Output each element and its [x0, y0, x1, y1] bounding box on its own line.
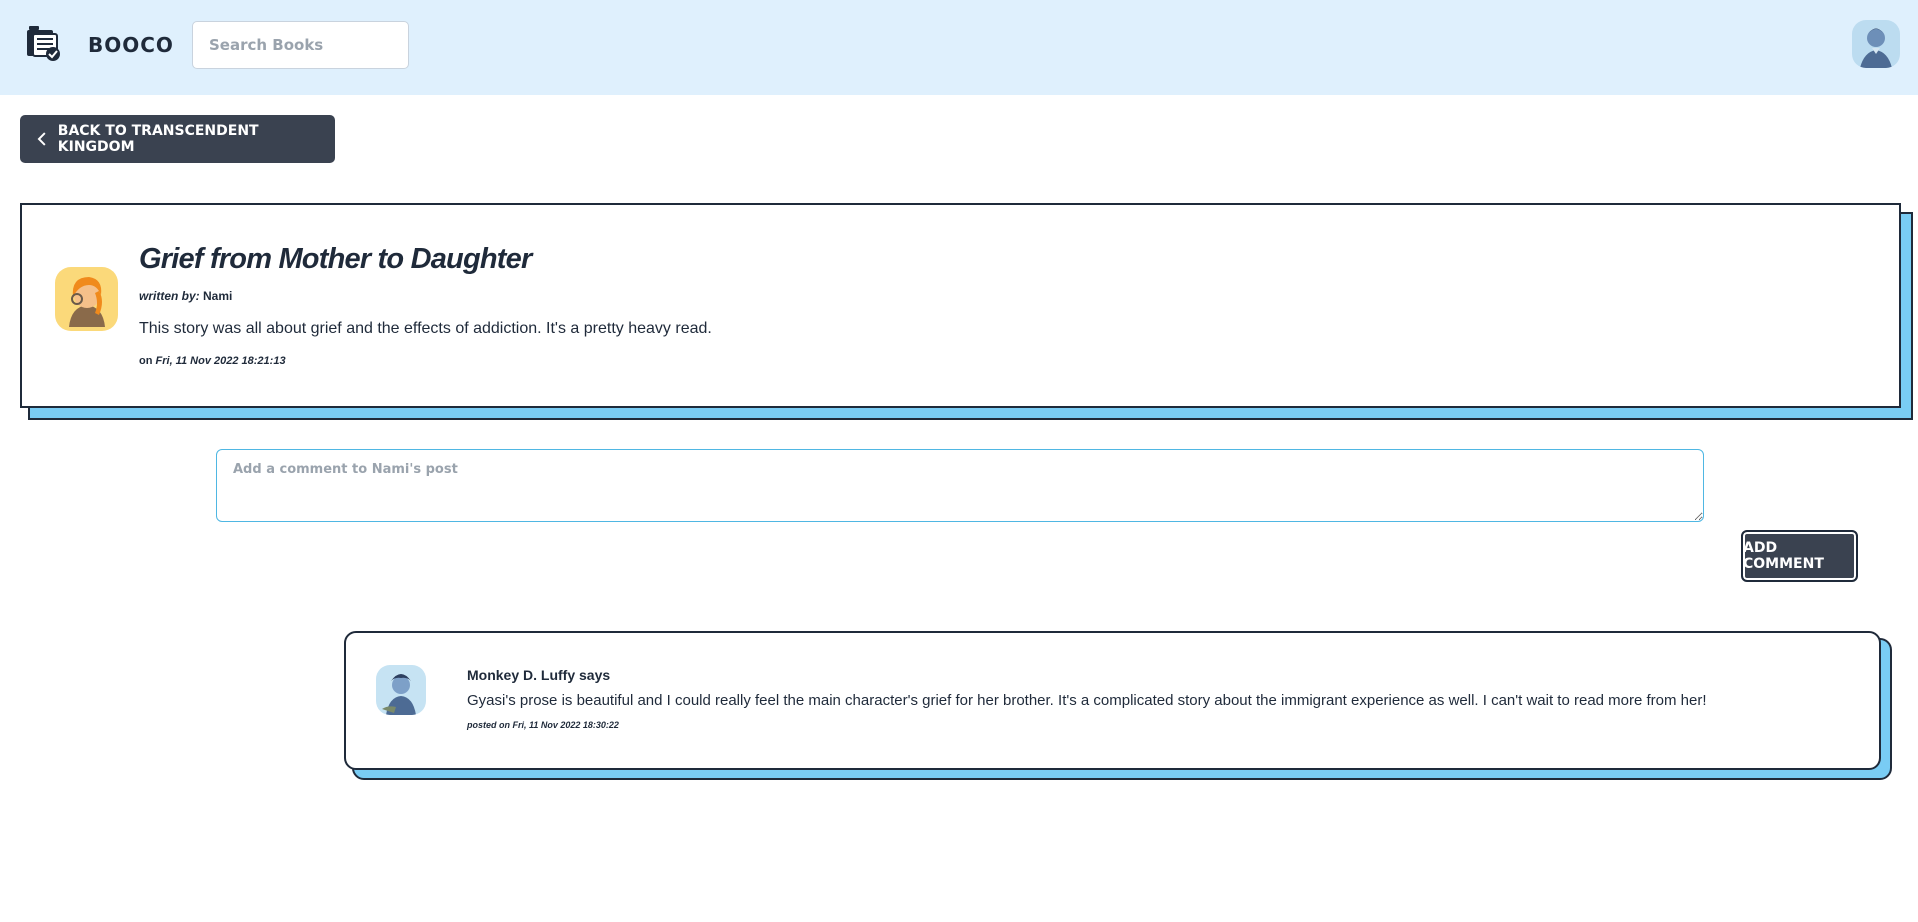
user-avatar-icon[interactable] — [1852, 20, 1900, 68]
comment-date: posted on Fri, 11 Nov 2022 18:30:22 — [467, 720, 619, 730]
post-title: Grief from Mother to Daughter — [139, 243, 532, 275]
post-card: Grief from Mother to Daughter written by… — [20, 203, 1901, 408]
post-author-row: written by: Nami — [139, 289, 232, 303]
comment-card: Monkey D. Luffy says Gyasi's prose is be… — [344, 631, 1881, 770]
chevron-left-icon — [37, 132, 46, 146]
post-date-prefix: on — [139, 355, 153, 367]
add-comment-button[interactable]: ADD COMMENT — [1741, 530, 1858, 582]
back-button[interactable]: BACK TO TRANSCENDENT KINGDOM — [20, 115, 335, 163]
top-nav: BOOCO — [0, 0, 1918, 95]
back-button-label: BACK TO TRANSCENDENT KINGDOM — [57, 123, 259, 155]
author-avatar-icon — [55, 267, 118, 331]
comment-author: Monkey D. Luffy says — [467, 667, 611, 683]
commenter-avatar-icon — [376, 665, 426, 715]
post-author-name[interactable]: Nami — [203, 289, 232, 303]
post-date-row: on Fri, 11 Nov 2022 18:21:13 — [139, 355, 286, 367]
post-body: This story was all about grief and the e… — [139, 320, 712, 337]
written-by-label: written by: — [139, 289, 200, 303]
book-stack-icon[interactable] — [27, 24, 61, 62]
post-date: Fri, 11 Nov 2022 18:21:13 — [155, 355, 286, 367]
search-input[interactable] — [192, 21, 409, 69]
comment-input[interactable] — [216, 449, 1704, 522]
brand-name[interactable]: BOOCO — [88, 33, 174, 57]
comment-body: Gyasi's prose is beautiful and I could r… — [467, 692, 1707, 709]
